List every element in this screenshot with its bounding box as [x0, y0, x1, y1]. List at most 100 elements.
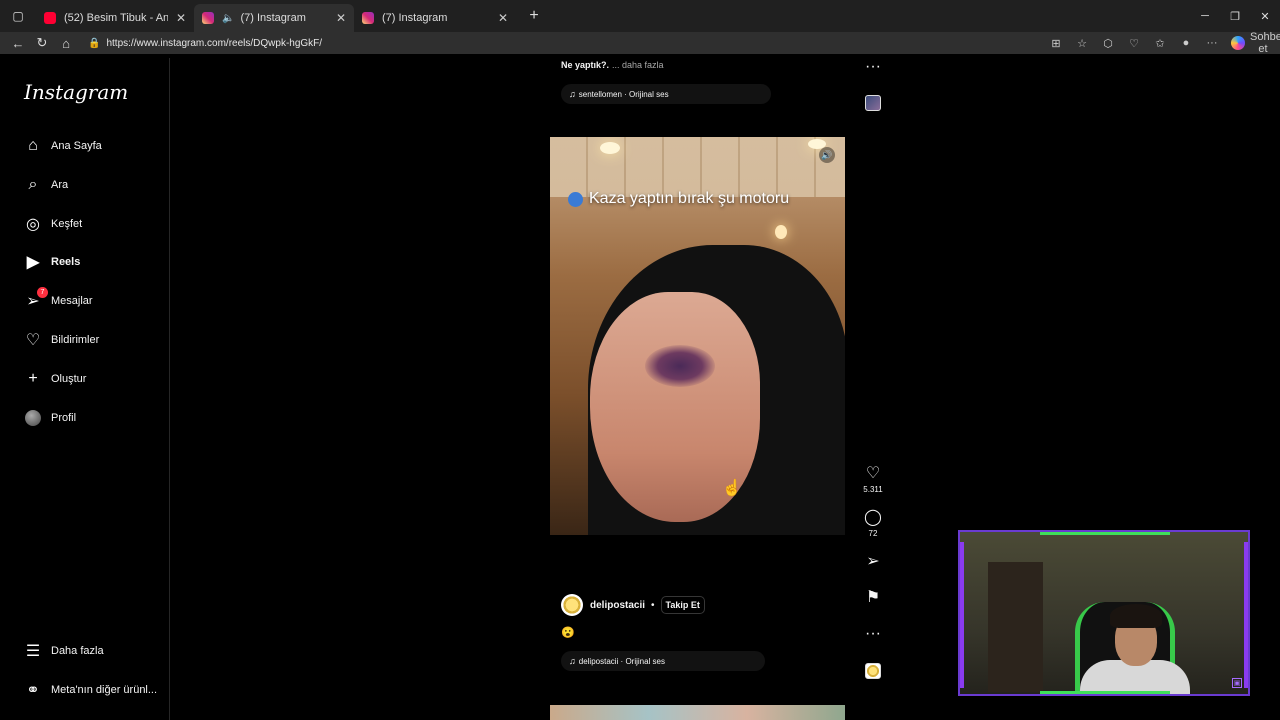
prev-more-button[interactable]: ···	[862, 58, 884, 76]
tab-youtube[interactable]: (52) Besim Tibuk - Ankara Allahın ✕	[36, 4, 194, 32]
webcam-frame-accent	[1040, 691, 1170, 694]
tab-instagram[interactable]: (7) Instagram ✕	[354, 4, 516, 32]
close-icon[interactable]: ✕	[176, 11, 186, 25]
copilot-icon	[1231, 36, 1245, 50]
reel-caption: 😮	[561, 627, 575, 639]
next-reel-preview[interactable]	[550, 705, 845, 720]
like-button[interactable]: ♡ 5.311	[862, 465, 884, 494]
sidebar-item-notifications[interactable]: ♡ Bildirimler	[24, 328, 99, 352]
heart-icon: ♡	[25, 332, 41, 349]
messages-icon: ➢ 7	[24, 287, 48, 310]
more-link[interactable]: ... daha fazla	[612, 60, 664, 70]
browser-toolbar: ⊞ ☆ ⬡ ♡ ✩ ● ··· Sohbet et	[1043, 31, 1280, 55]
more-options-icon[interactable]: ···	[1199, 37, 1225, 49]
profile-icon[interactable]: ●	[1173, 37, 1199, 49]
more-icon: ···	[865, 625, 881, 642]
save-button[interactable]: ⚑	[862, 589, 884, 607]
sidebar-item-messages[interactable]: ➢ 7 Mesajlar	[24, 287, 93, 313]
copilot-label: Sohbet et	[1250, 31, 1280, 55]
sidebar-item-profile[interactable]: Profil	[24, 406, 76, 430]
video-overlay-text: Kaza yaptın bırak şu motoru	[568, 190, 789, 208]
youtube-icon	[44, 12, 56, 24]
tab-title: (7) Instagram	[382, 12, 448, 24]
prev-audio-thumb[interactable]	[865, 95, 881, 111]
menu-icon: ☰	[25, 643, 41, 660]
lock-icon[interactable]: 🔒	[88, 38, 100, 49]
webcam-overlay: ▣	[958, 530, 1250, 696]
sidebar-item-reels[interactable]: ▶ Reels	[24, 250, 81, 274]
webcam-logo-icon: ▣	[1232, 678, 1242, 688]
browser-tab-bar: ▢ (52) Besim Tibuk - Ankara Allahın ✕ 🔈 …	[0, 0, 1280, 32]
follow-button[interactable]: Takip Et	[660, 596, 705, 614]
apps-icon[interactable]: ⊞	[1043, 37, 1069, 50]
volume-icon[interactable]: 🔊	[819, 147, 835, 163]
copilot-button[interactable]: Sohbet et	[1231, 31, 1280, 55]
reel-more-button[interactable]: ···	[862, 625, 884, 643]
extensions-icon[interactable]: ⬡	[1095, 37, 1121, 50]
sidebar-item-search[interactable]: ⌕ Ara	[24, 173, 69, 197]
prev-audio-pill[interactable]: ♫ sentellomen · Orijinal ses	[561, 84, 771, 104]
comment-button[interactable]: ◯ 72	[862, 509, 884, 538]
sidebar-item-label: Meta'nın diğer ürünl...	[51, 684, 158, 696]
video-light	[775, 225, 787, 239]
caption-text: Ne yaptık?.	[561, 60, 610, 70]
webcam-person-hair	[1110, 604, 1162, 628]
avatar	[25, 410, 41, 426]
tab-title: (52) Besim Tibuk - Ankara Allahın	[64, 12, 168, 24]
home-browser-icon[interactable]: ⌂	[54, 36, 78, 51]
sidebar-item-label: Ara	[51, 179, 69, 191]
close-window-icon[interactable]: ✕	[1250, 0, 1280, 32]
window-controls: ─ ❐ ✕	[1190, 0, 1280, 32]
close-icon[interactable]: ✕	[498, 11, 508, 25]
sidebar-item-home[interactable]: ⌂ Ana Sayfa	[24, 134, 102, 158]
url-text: https://www.instagram.com/reels/DQwpk-hg…	[106, 37, 323, 49]
sidebar-item-label: Ana Sayfa	[51, 140, 102, 152]
sidebar-item-more[interactable]: ☰ Daha fazla	[24, 639, 104, 663]
sidebar-item-label: Keşfet	[51, 218, 83, 230]
music-note-icon: ♫	[569, 89, 576, 99]
plus-icon: +	[28, 370, 38, 387]
tab-actions-icon[interactable]: ▢	[0, 0, 36, 32]
instagram-icon	[362, 12, 374, 24]
speaker-icon[interactable]: 🔈	[222, 13, 234, 24]
music-note-icon: ♫	[569, 656, 576, 666]
notification-badge: 7	[37, 287, 48, 298]
audio-thumb[interactable]	[865, 663, 881, 679]
favorites-icon[interactable]: ✩	[1147, 37, 1173, 50]
more-icon: ···	[865, 58, 881, 75]
heart-icon: ♡	[865, 465, 881, 482]
restore-icon[interactable]: ❐	[1220, 0, 1250, 32]
avatar[interactable]	[561, 594, 583, 616]
sidebar-item-label: Reels	[51, 256, 81, 268]
favorite-star-icon[interactable]: ☆	[1069, 37, 1095, 50]
compass-icon: ◎	[26, 216, 40, 233]
overlay-caption: Kaza yaptın bırak şu motoru	[589, 190, 790, 207]
sidebar-item-label: Daha fazla	[51, 645, 104, 657]
tab-instagram-active[interactable]: 🔈 (7) Instagram ✕	[194, 4, 354, 32]
instagram-logo[interactable]: Instagram	[24, 80, 128, 104]
reels-icon: ▶	[26, 254, 40, 271]
webcam-frame-side	[960, 542, 964, 688]
share-icon: ➢	[866, 553, 880, 570]
sidebar-item-meta[interactable]: ⚭ Meta'nın diğer ürünl...	[24, 678, 157, 702]
prev-post-caption: Ne yaptık?.... daha fazla	[561, 60, 664, 70]
reel-video[interactable]: Kaza yaptın bırak şu motoru 🔊	[550, 137, 845, 535]
url-field[interactable]: 🔒 https://www.instagram.com/reels/DQwpk-…	[88, 33, 1088, 53]
share-button[interactable]: ➢	[862, 553, 884, 571]
close-icon[interactable]: ✕	[336, 11, 346, 25]
like-count: 5.311	[863, 485, 883, 494]
webcam-shelf	[988, 562, 1043, 692]
reel-audio-pill[interactable]: ♫ delipostacii · Orijinal ses	[561, 651, 765, 671]
video-light	[600, 142, 620, 154]
sidebar-item-label: Bildirimler	[51, 334, 100, 346]
minimize-icon[interactable]: ─	[1190, 0, 1220, 32]
back-icon[interactable]: ←	[6, 36, 30, 51]
refresh-icon[interactable]: ↻	[30, 35, 54, 51]
browser-essentials-icon[interactable]: ♡	[1121, 37, 1147, 50]
sidebar-item-create[interactable]: + Oluştur	[24, 367, 86, 391]
author-username[interactable]: delipostacii	[590, 600, 645, 611]
new-tab-button[interactable]: +	[520, 7, 548, 25]
sidebar-item-explore[interactable]: ◎ Keşfet	[24, 212, 82, 236]
blue-circle-icon	[568, 191, 583, 207]
comment-icon: ◯	[864, 509, 882, 526]
